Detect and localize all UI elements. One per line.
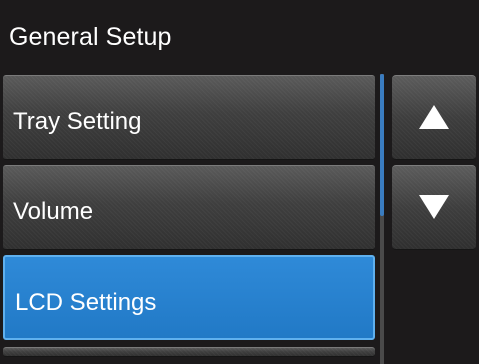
header-bar: General Setup [0, 0, 479, 74]
scrollbar-thumb[interactable] [380, 74, 384, 216]
scroll-up-button[interactable] [392, 75, 476, 160]
scroll-down-button[interactable] [392, 165, 476, 250]
menu-item-label: LCD Settings [15, 289, 157, 316]
menu-item-tray-setting[interactable]: Tray Setting [3, 75, 375, 160]
arrow-down-icon [419, 195, 449, 219]
menu-item-label: Volume [13, 198, 94, 225]
scrollbar[interactable] [380, 74, 384, 364]
menu-item-lcd-settings[interactable]: LCD Settings [3, 255, 375, 340]
arrow-up-icon [419, 105, 449, 129]
page-title: General Setup [9, 23, 172, 51]
menu-item-next-partial[interactable] [3, 347, 375, 357]
menu-item-label: Tray Setting [13, 108, 142, 135]
menu-item-volume[interactable]: Volume [3, 165, 375, 250]
menu-list: Tray Setting Volume LCD Settings [0, 74, 380, 364]
